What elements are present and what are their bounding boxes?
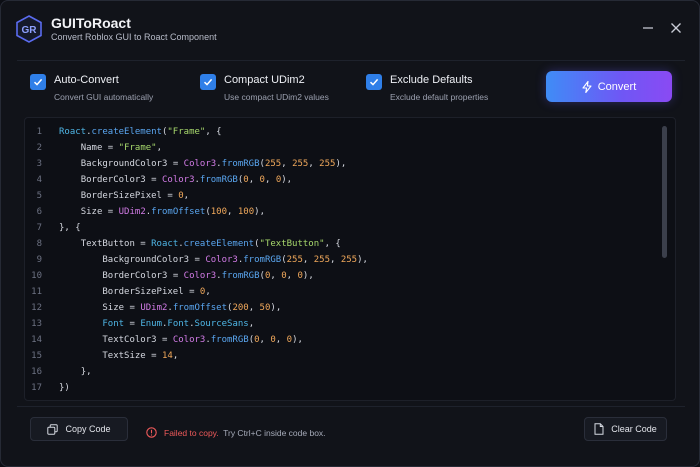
code-line: 7 }, { <box>25 220 655 236</box>
line-number: 8 <box>36 239 42 249</box>
line-number: 14 <box>31 335 42 345</box>
document-icon <box>594 423 604 435</box>
code-text: BorderSizePixel = 0, <box>80 191 190 201</box>
code-text: Size = UDim2.fromOffset(200, 50), <box>102 303 282 313</box>
code-line: 4 BorderColor3 = Color3.fromRGB(0, 0, 0)… <box>25 172 655 188</box>
lightning-icon <box>582 80 592 93</box>
svg-text:GR: GR <box>22 25 38 36</box>
option-description: Exclude default properties <box>390 92 489 102</box>
status-hint-text: Try Ctrl+C inside code box. <box>223 428 326 438</box>
option-label: Auto-Convert <box>54 74 119 86</box>
line-number: 5 <box>36 191 42 201</box>
code-text: Size = UDim2.fromOffset(100, 100), <box>80 207 265 217</box>
option-description: Use compact UDim2 values <box>224 92 329 102</box>
error-icon <box>146 426 157 438</box>
code-editor[interactable]: 1 Roact.createElement("Frame", { 2 Name = … <box>24 117 676 401</box>
code-line: 14 TextColor3 = Color3.fromRGB(0, 0, 0), <box>25 332 655 348</box>
app-subtitle: Convert Roblox GUI to Roact Component <box>51 32 217 42</box>
line-number: 11 <box>31 287 42 297</box>
convert-label: Convert <box>597 80 637 93</box>
code-line: 8 TextButton = Roact.createElement("Text… <box>25 236 655 252</box>
copy-code-label: Copy Code <box>65 424 111 434</box>
exclude-defaults-checkbox[interactable] <box>366 74 382 90</box>
line-number: 10 <box>31 271 42 281</box>
code-line: 5 BorderSizePixel = 0, <box>25 188 655 204</box>
code-text: BackgroundColor3 = Color3.fromRGB(255, 2… <box>80 159 347 169</box>
compact-udim2-checkbox[interactable] <box>200 74 216 90</box>
code-text: Name = "Frame", <box>80 143 162 153</box>
code-line: 10 BorderColor3 = Color3.fromRGB(0, 0, 0… <box>25 268 655 284</box>
minus-icon <box>643 27 653 29</box>
code-line: 3 BackgroundColor3 = Color3.fromRGB(255,… <box>25 156 655 172</box>
code-line: 11 BorderSizePixel = 0, <box>25 284 655 300</box>
code-line: 2 Name = "Frame", <box>25 140 655 156</box>
line-number: 6 <box>36 207 42 217</box>
check-icon <box>369 78 379 86</box>
close-button[interactable] <box>667 19 685 37</box>
check-icon <box>203 78 213 86</box>
convert-button[interactable]: Convert <box>546 71 672 102</box>
code-line: 9 BackgroundColor3 = Color3.fromRGB(255,… <box>25 252 655 268</box>
line-number: 4 <box>36 175 42 185</box>
line-number: 2 <box>36 143 42 153</box>
code-text: }, <box>80 367 92 377</box>
code-text: BackgroundColor3 = Color3.fromRGB(255, 2… <box>102 255 368 265</box>
auto-convert-checkbox[interactable] <box>30 74 46 90</box>
code-text: TextButton = Roact.createElement("TextBu… <box>80 239 341 249</box>
app-window: GR GUIToRoact Convert Roblox GUI to Roac… <box>0 0 700 467</box>
code-text: Font = Enum.Font.SourceSans, <box>102 319 255 329</box>
copy-icon <box>47 423 59 435</box>
line-number: 15 <box>31 351 42 361</box>
line-number: 9 <box>36 255 42 265</box>
code-text: Roact.createElement("Frame", { <box>59 127 222 137</box>
app-logo-icon: GR <box>16 15 42 43</box>
code-line: 12 Size = UDim2.fromOffset(200, 50), <box>25 300 655 316</box>
line-number: 13 <box>31 319 42 329</box>
line-number: 3 <box>36 159 42 169</box>
status-error-text: Failed to copy. <box>164 428 219 438</box>
title-bar: GR GUIToRoact Convert Roblox GUI to Roac… <box>1 1 699 56</box>
line-number: 17 <box>31 383 42 393</box>
check-icon <box>33 78 43 86</box>
code-line: 17}) <box>25 380 655 396</box>
code-text: TextColor3 = Color3.fromRGB(0, 0, 0), <box>102 335 303 345</box>
close-icon <box>671 23 681 33</box>
code-text: BorderColor3 = Color3.fromRGB(0, 0, 0), <box>102 271 314 281</box>
line-number: 12 <box>31 303 42 313</box>
copy-status: Failed to copy. Try Ctrl+C inside code b… <box>146 423 326 441</box>
code-line: 6 Size = UDim2.fromOffset(100, 100), <box>25 204 655 220</box>
code-line: 16 }, <box>25 364 655 380</box>
scrollbar[interactable] <box>662 124 668 396</box>
code-text: TextSize = 14, <box>102 351 179 361</box>
clear-code-label: Clear Code <box>611 424 657 434</box>
scrollbar-thumb[interactable] <box>662 126 667 258</box>
option-label: Exclude Defaults <box>390 74 473 86</box>
line-number: 1 <box>36 127 42 137</box>
code-text: BorderColor3 = Color3.fromRGB(0, 0, 0), <box>80 175 293 185</box>
code-text: }, { <box>59 223 81 233</box>
line-number: 7 <box>36 223 42 233</box>
code-text: }) <box>59 383 70 393</box>
option-description: Convert GUI automatically <box>54 92 154 102</box>
code-line: 15 TextSize = 14, <box>25 348 655 364</box>
code-line: 13 Font = Enum.Font.SourceSans, <box>25 316 655 332</box>
option-label: Compact UDim2 <box>224 74 305 86</box>
clear-code-button[interactable]: Clear Code <box>584 417 667 441</box>
copy-code-button[interactable]: Copy Code <box>30 417 128 441</box>
minimize-button[interactable] <box>639 19 657 37</box>
line-number: 16 <box>31 367 42 377</box>
code-text: BorderSizePixel = 0, <box>102 287 211 297</box>
app-title: GUIToRoact <box>51 15 131 31</box>
code-line: 1 Roact.createElement("Frame", { <box>25 124 655 140</box>
